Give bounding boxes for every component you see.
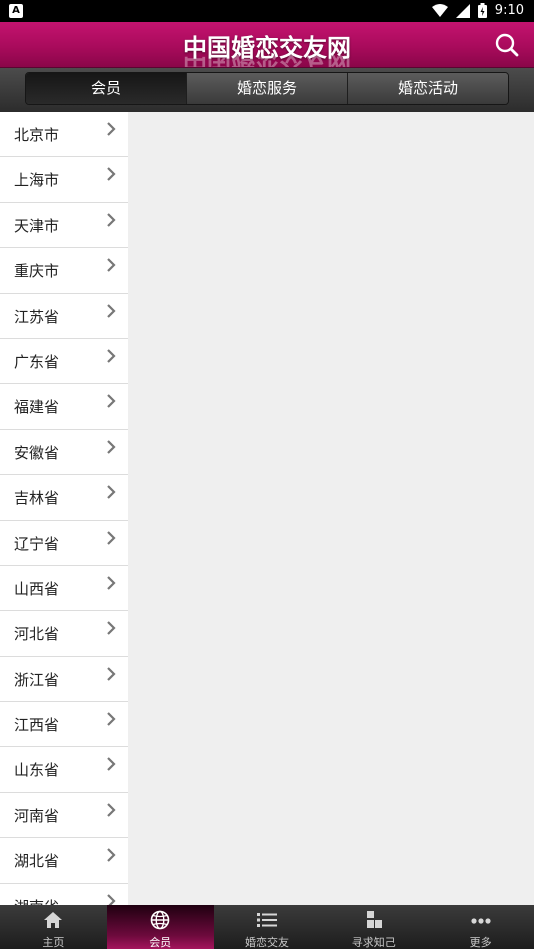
globe-icon — [150, 910, 170, 930]
list-item[interactable]: 湖南省 — [0, 884, 128, 905]
province-label: 河南省 — [14, 806, 60, 825]
province-label: 山西省 — [14, 579, 60, 598]
list-icon — [256, 913, 277, 927]
tab-strip: 会员 婚恋服务 婚恋活动 — [0, 68, 534, 112]
app-title-reflection: 中国婚恋交友网 — [0, 55, 534, 67]
chevron-right-icon — [107, 757, 116, 772]
nav-more-label: 更多 — [469, 936, 492, 949]
home-icon — [44, 912, 63, 928]
nav-soulmate-label: 寻求知己 — [351, 936, 396, 949]
chevron-right-icon — [107, 576, 116, 590]
list-item[interactable]: 北京市 — [0, 112, 128, 158]
nav-home[interactable]: 主页 — [0, 905, 107, 949]
tab-marriage-services[interactable]: 婚恋服务 — [186, 73, 347, 104]
chevron-right-icon — [107, 712, 116, 726]
nav-dating-label: 婚恋交友 — [244, 936, 289, 949]
list-item[interactable]: 浙江省 — [0, 657, 128, 703]
chevron-right-icon — [107, 621, 116, 636]
province-label: 上海市 — [14, 171, 60, 190]
bottom-nav: 主页 会员 婚恋交友 寻求知己 更多 — [0, 905, 534, 949]
segmented-tabs: 会员 婚恋服务 婚恋活动 — [25, 72, 509, 105]
province-label: 安徽省 — [14, 443, 60, 462]
list-item[interactable]: 重庆市 — [0, 248, 128, 294]
list-item[interactable]: 江西省 — [0, 702, 128, 748]
chevron-right-icon — [107, 303, 116, 318]
search-button[interactable] — [494, 32, 520, 58]
province-label: 江苏省 — [14, 307, 60, 326]
list-item[interactable]: 江苏省 — [0, 294, 128, 339]
status-bar: A 9:10 — [0, 0, 534, 22]
chevron-right-icon — [107, 167, 116, 182]
chevron-right-icon — [107, 666, 116, 681]
clock: 9:10 — [494, 3, 524, 18]
list-item[interactable]: 上海市 — [0, 157, 128, 203]
province-label: 浙江省 — [14, 670, 60, 689]
province-label: 广东省 — [14, 352, 60, 371]
list-item[interactable]: 天津市 — [0, 203, 128, 249]
chevron-right-icon — [107, 349, 116, 363]
province-list[interactable]: 北京市上海市天津市重庆市江苏省广东省福建省安徽省吉林省辽宁省山西省河北省浙江省江… — [0, 112, 128, 905]
list-item[interactable]: 湖北省 — [0, 838, 128, 884]
chevron-right-icon — [107, 394, 116, 409]
list-item[interactable]: 山西省 — [0, 566, 128, 612]
province-label: 辽宁省 — [14, 534, 60, 553]
list-item[interactable]: 河北省 — [0, 611, 128, 657]
province-label: 山东省 — [14, 761, 60, 780]
province-label: 北京市 — [14, 126, 60, 144]
province-label: 吉林省 — [14, 489, 60, 508]
province-label: 河北省 — [14, 625, 60, 644]
province-label: 江西省 — [14, 716, 60, 735]
tab-marriage-events[interactable]: 婚恋活动 — [347, 73, 508, 104]
signal-icon — [455, 3, 470, 18]
chevron-right-icon — [107, 213, 116, 227]
wifi-icon — [431, 3, 448, 17]
province-label: 湖北省 — [14, 852, 60, 871]
chevron-right-icon — [107, 848, 116, 863]
nav-soulmate[interactable]: 寻求知己 — [320, 905, 427, 949]
list-item[interactable]: 辽宁省 — [0, 521, 128, 566]
province-label: 福建省 — [14, 398, 60, 417]
nav-members[interactable]: 会员 — [106, 905, 214, 949]
search-icon — [495, 33, 519, 57]
list-item[interactable]: 广东省 — [0, 339, 128, 385]
list-item[interactable]: 河南省 — [0, 793, 128, 839]
blocks-icon — [366, 911, 382, 928]
title-bar: 中国婚恋交友网 中国婚恋交友网 — [0, 22, 534, 68]
province-label: 天津市 — [14, 216, 60, 235]
content-area — [128, 112, 534, 905]
chevron-right-icon — [107, 530, 116, 545]
tab-members[interactable]: 会员 — [26, 73, 186, 104]
more-icon — [470, 918, 491, 924]
battery-icon — [477, 3, 487, 18]
nav-dating[interactable]: 婚恋交友 — [214, 905, 321, 949]
nav-more[interactable]: 更多 — [427, 905, 534, 949]
list-item[interactable]: 吉林省 — [0, 475, 128, 521]
chevron-right-icon — [107, 803, 116, 817]
list-item[interactable]: 山东省 — [0, 747, 128, 793]
chevron-right-icon — [107, 258, 116, 272]
province-label: 重庆市 — [14, 262, 60, 281]
notification-badge: A — [9, 4, 23, 18]
list-item[interactable]: 福建省 — [0, 384, 128, 430]
nav-members-label: 会员 — [149, 936, 172, 949]
list-item[interactable]: 安徽省 — [0, 430, 128, 476]
chevron-right-icon — [107, 439, 116, 454]
chevron-right-icon — [107, 485, 116, 499]
chevron-right-icon — [107, 893, 116, 905]
nav-home-label: 主页 — [42, 936, 65, 949]
chevron-right-icon — [107, 122, 116, 136]
province-label: 湖南省 — [14, 896, 59, 905]
